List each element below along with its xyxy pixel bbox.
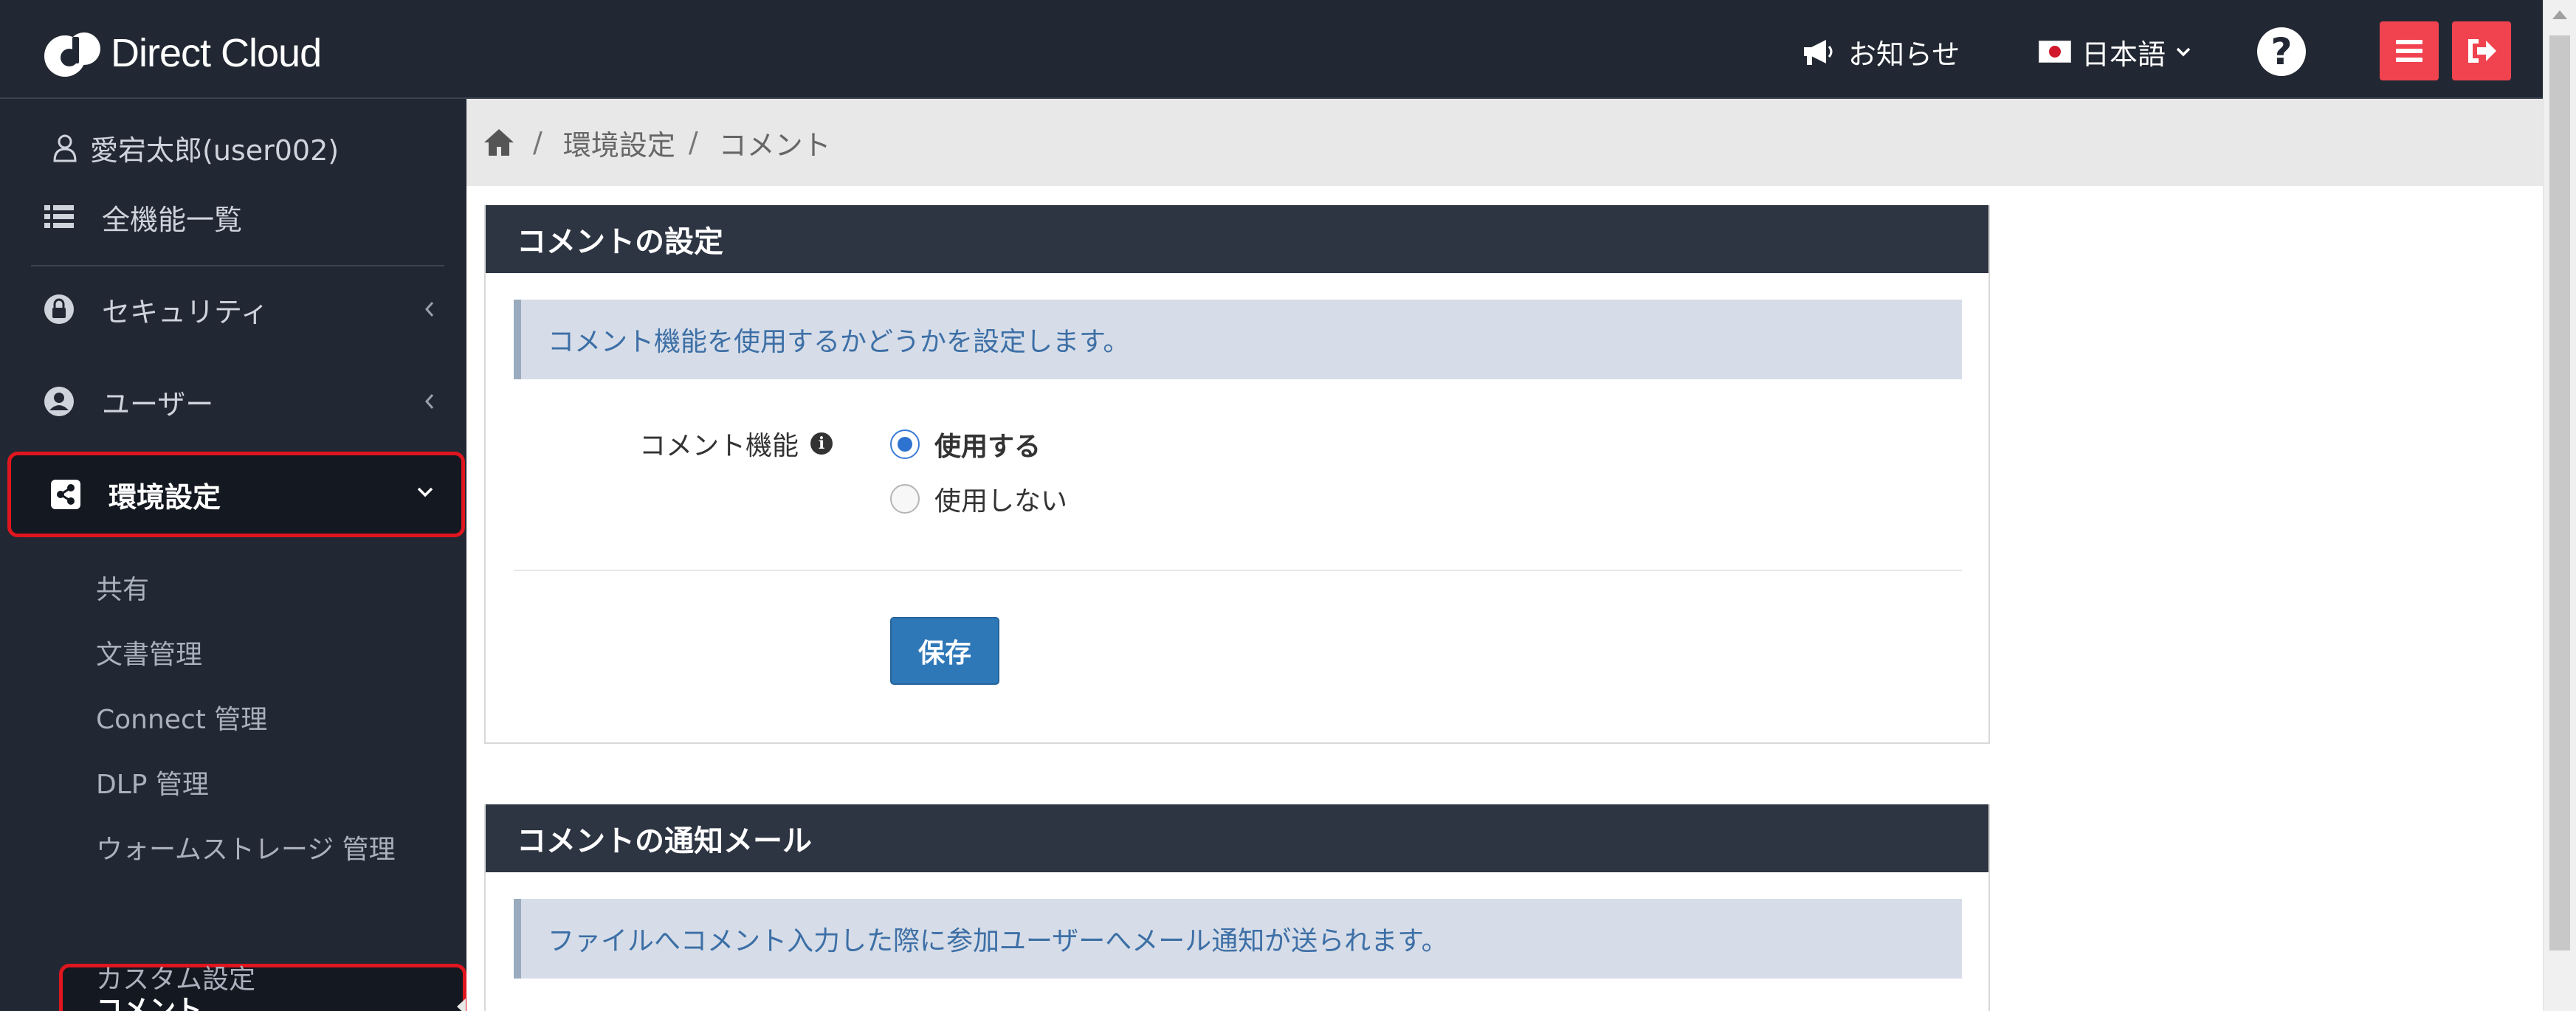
scroll-up-icon[interactable]	[2552, 10, 2567, 19]
help-icon[interactable]: ?	[2257, 27, 2306, 76]
radio-label: 使用する	[934, 432, 1041, 462]
home-icon[interactable]	[483, 128, 515, 157]
logout-icon	[2468, 39, 2496, 63]
menu-icon	[2396, 40, 2422, 62]
chevron-left-icon	[424, 394, 434, 409]
sidebar-item-label: 全機能一覧	[102, 203, 243, 236]
news-label: お知らせ	[1848, 38, 1960, 71]
info-message: コメント機能を使用するかどうかを設定します。	[514, 300, 1962, 379]
panel-title: コメントの設定	[486, 205, 1988, 273]
user-name: 愛宕太郎(user002)	[90, 134, 340, 167]
breadcrumb-separator: /	[688, 126, 698, 159]
menu-button[interactable]	[2380, 21, 2439, 80]
list-icon	[44, 205, 74, 228]
brand-name: Direct Cloud	[111, 31, 322, 75]
sidebar-item-security[interactable]: セキュリティ	[43, 287, 269, 331]
radio-not-use[interactable]: 使用しない	[890, 480, 1067, 518]
radio-label: 使用しない	[934, 486, 1068, 517]
info-message: ファイルへコメント入力した際に参加ユーザーへメール通知が送られます。	[514, 899, 1962, 979]
comment-mail-panel: コメントの通知メール ファイルへコメント入力した際に参加ユーザーへメール通知が送…	[484, 804, 1990, 1011]
panel-divider	[514, 570, 1962, 571]
sidebar-item-users[interactable]: ユーザー	[43, 379, 213, 424]
sidebar-item-all-features[interactable]: 全機能一覧	[43, 195, 242, 239]
breadcrumb-env-settings[interactable]: 環境設定	[563, 123, 675, 163]
comment-feature-label: コメント機能 i	[639, 425, 833, 462]
radio-button-unchecked[interactable]	[890, 484, 920, 514]
logout-button[interactable]	[2452, 21, 2511, 80]
comment-settings-panel: コメントの設定 コメント機能を使用するかどうかを設定します。 コメント機能 i …	[484, 205, 1990, 744]
breadcrumb-current: コメント	[718, 128, 831, 162]
language-label: 日本語	[2081, 38, 2166, 71]
chevron-down-icon	[417, 487, 433, 497]
brand-logo[interactable]: Direct Cloud	[43, 27, 322, 80]
current-user[interactable]: 愛宕太郎(user002)	[52, 125, 339, 170]
radio-use[interactable]: 使用する	[890, 425, 1041, 463]
sidebar-divider	[31, 265, 444, 266]
sidebar-item-label: ユーザー	[102, 387, 214, 421]
breadcrumb-separator: /	[533, 126, 543, 159]
sidebar-item-env-settings-row: 環境設定	[49, 472, 221, 517]
lock-icon	[44, 294, 74, 324]
sidebar-subitem-dlp[interactable]: DLP 管理	[96, 764, 209, 801]
radio-button-checked[interactable]	[890, 429, 920, 459]
news-link[interactable]: お知らせ	[1801, 30, 1960, 74]
sidebar-subitem-share[interactable]: 共有	[96, 569, 149, 606]
breadcrumb: / 環境設定 / コメント	[466, 99, 2543, 186]
sidebar-subitem-custom[interactable]: カスタム設定	[96, 959, 255, 996]
sidebar-subitem-warm-storage[interactable]: ウォームストレージ 管理	[96, 829, 396, 866]
top-navbar: Direct Cloud お知らせ 日本語 ?	[0, 0, 2543, 99]
user-icon	[53, 134, 77, 162]
info-icon[interactable]: i	[810, 432, 833, 455]
sidebar-item-env-settings[interactable]: 環境設定	[7, 452, 465, 537]
user-circle-icon	[44, 387, 74, 416]
sidebar-item-label: 環境設定	[109, 480, 221, 514]
sidebar-subitem-connect[interactable]: Connect 管理	[96, 699, 267, 736]
sidebar-item-label: セキュリティ	[102, 295, 269, 328]
sidebar: 愛宕太郎(user002) 全機能一覧 セキュリティ ユーザー 環境設定 共有 …	[0, 99, 466, 1011]
share-icon	[51, 480, 80, 509]
field-label: コメント機能	[639, 431, 799, 461]
save-button[interactable]: 保存	[890, 617, 999, 685]
active-caret-icon	[457, 998, 466, 1011]
sidebar-subitem-label: カスタム設定	[96, 965, 256, 995]
chevron-left-icon	[424, 302, 434, 317]
page-scrollbar[interactable]	[2543, 0, 2576, 1011]
panel-title: コメントの通知メール	[486, 804, 1988, 872]
language-dropdown[interactable]: 日本語	[2039, 30, 2192, 74]
chevron-down-icon	[2176, 47, 2191, 57]
directcloud-logo-icon	[44, 32, 100, 77]
japan-flag-icon	[2039, 41, 2071, 63]
sidebar-subitem-document[interactable]: 文書管理	[96, 634, 202, 671]
scroll-thumb[interactable]	[2549, 35, 2570, 950]
megaphone-icon	[1804, 40, 1833, 65]
